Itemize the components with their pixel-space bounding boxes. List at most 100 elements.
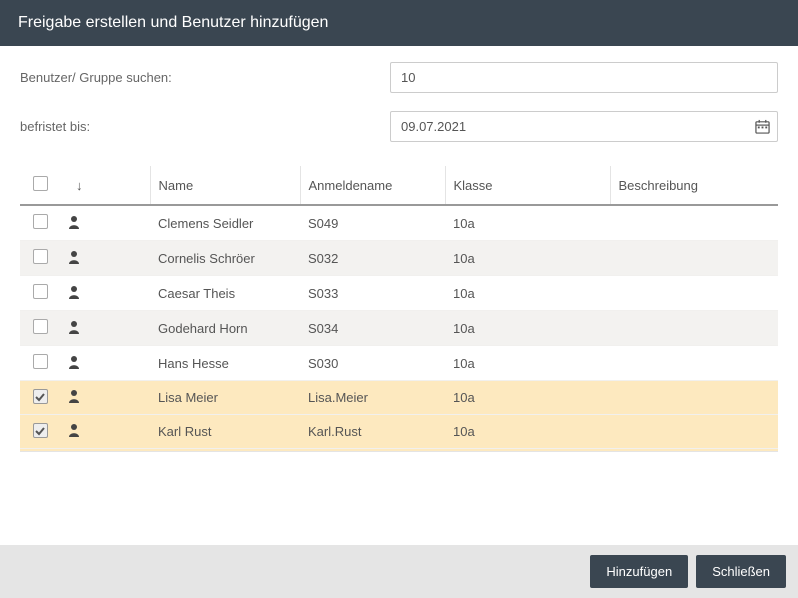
select-all-checkbox[interactable] [33,176,48,191]
row-name: Lisa Meier [150,381,300,415]
table-container: ↓ Name Anmeldename Klasse Beschreibung C… [20,166,778,535]
row-besch [610,241,778,276]
row-besch [610,346,778,381]
table-row[interactable]: Cornelis SchröerS03210a [20,241,778,276]
header-klasse-col[interactable]: Klasse [445,166,610,205]
table-header: ↓ Name Anmeldename Klasse Beschreibung [20,166,778,205]
row-besch [610,415,778,449]
close-button[interactable]: Schließen [696,555,786,588]
row-name: Hans Hesse [150,346,300,381]
row-klasse: 10a [445,205,610,241]
header-login-col[interactable]: Anmeldename [300,166,445,205]
search-field-wrapper [390,62,778,93]
add-button[interactable]: Hinzufügen [590,555,688,588]
row-name: Caesar Theis [150,276,300,311]
row-checkbox[interactable] [33,284,48,299]
arrow-down-icon: ↓ [76,178,83,193]
until-input[interactable] [390,111,778,142]
header-besch-col[interactable]: Beschreibung [610,166,778,205]
modal-header: Freigabe erstellen und Benutzer hinzufüg… [0,0,798,46]
row-type-cell [60,381,150,415]
row-besch [610,311,778,346]
row-login: Karl.Rust [300,415,445,449]
row-login: Lisa.Meier [300,381,445,415]
table-row[interactable]: Caesar TheisS03310a [20,276,778,311]
row-type-cell [60,415,150,449]
row-type-cell [60,346,150,381]
row-name: Karl Rust [150,415,300,449]
header-type-col[interactable]: ↓ [60,166,150,205]
row-login: S032 [300,241,445,276]
row-klasse: 10a [445,276,610,311]
row-klasse: 10a [445,241,610,276]
calendar-icon [755,119,770,134]
user-icon [68,423,80,437]
modal-footer: Hinzufügen Schließen [0,545,798,598]
row-checkbox[interactable] [33,214,48,229]
table-row[interactable]: Karl RustKarl.Rust10a [20,415,778,449]
user-icon [68,355,80,369]
until-row: befristet bis: [20,111,778,142]
user-icon [68,320,80,334]
table-scroll[interactable]: ↓ Name Anmeldename Klasse Beschreibung C… [20,166,778,452]
user-icon [68,215,80,229]
modal: Freigabe erstellen und Benutzer hinzufüg… [0,0,798,598]
row-login: S049 [300,205,445,241]
header-checkbox-col [20,166,60,205]
table-body: Clemens SeidlerS04910aCornelis SchröerS0… [20,205,778,452]
modal-body: Benutzer/ Gruppe suchen: befristet bis: [0,46,798,545]
row-checkbox-cell [20,205,60,241]
row-klasse: 10a [445,311,610,346]
row-checkbox[interactable] [33,249,48,264]
row-checkbox-cell [20,415,60,449]
user-table: ↓ Name Anmeldename Klasse Beschreibung C… [20,166,778,452]
row-name: Cornelis Schröer [150,241,300,276]
row-type-cell [60,241,150,276]
row-checkbox-cell [20,311,60,346]
row-klasse: 10a [445,449,610,453]
row-type-cell [60,276,150,311]
user-icon [68,250,80,264]
row-name: Godehard Horn [150,311,300,346]
search-input[interactable] [390,62,778,93]
search-label: Benutzer/ Gruppe suchen: [20,70,390,85]
modal-title: Freigabe erstellen und Benutzer hinzufüg… [18,14,328,31]
row-besch [610,449,778,453]
row-login: S034 [300,311,445,346]
until-label: befristet bis: [20,119,390,134]
row-klasse: 10a [445,381,610,415]
row-besch [610,381,778,415]
row-checkbox-cell [20,276,60,311]
row-login: S033 [300,276,445,311]
row-name: Clemens Seidler [150,205,300,241]
row-checkbox[interactable] [33,319,48,334]
row-klasse: 10a [445,346,610,381]
table-row[interactable]: Max LustigMax.Lustig10a [20,449,778,453]
until-field-wrapper [390,111,778,142]
row-checkbox[interactable] [33,423,48,438]
row-login: S030 [300,346,445,381]
user-icon [68,389,80,403]
row-besch [610,276,778,311]
row-type-cell [60,205,150,241]
calendar-button[interactable] [746,111,778,142]
row-checkbox-cell [20,241,60,276]
row-checkbox[interactable] [33,354,48,369]
row-checkbox-cell [20,346,60,381]
user-icon [68,285,80,299]
search-row: Benutzer/ Gruppe suchen: [20,62,778,93]
row-type-cell [60,311,150,346]
table-row[interactable]: Lisa MeierLisa.Meier10a [20,381,778,415]
row-login: Max.Lustig [300,449,445,453]
row-type-cell [60,449,150,453]
row-checkbox-cell [20,449,60,453]
row-klasse: 10a [445,415,610,449]
table-row[interactable]: Godehard HornS03410a [20,311,778,346]
row-checkbox[interactable] [33,389,48,404]
row-checkbox-cell [20,381,60,415]
row-name: Max Lustig [150,449,300,453]
table-row[interactable]: Hans HesseS03010a [20,346,778,381]
table-row[interactable]: Clemens SeidlerS04910a [20,205,778,241]
row-besch [610,205,778,241]
header-name-col[interactable]: Name [150,166,300,205]
